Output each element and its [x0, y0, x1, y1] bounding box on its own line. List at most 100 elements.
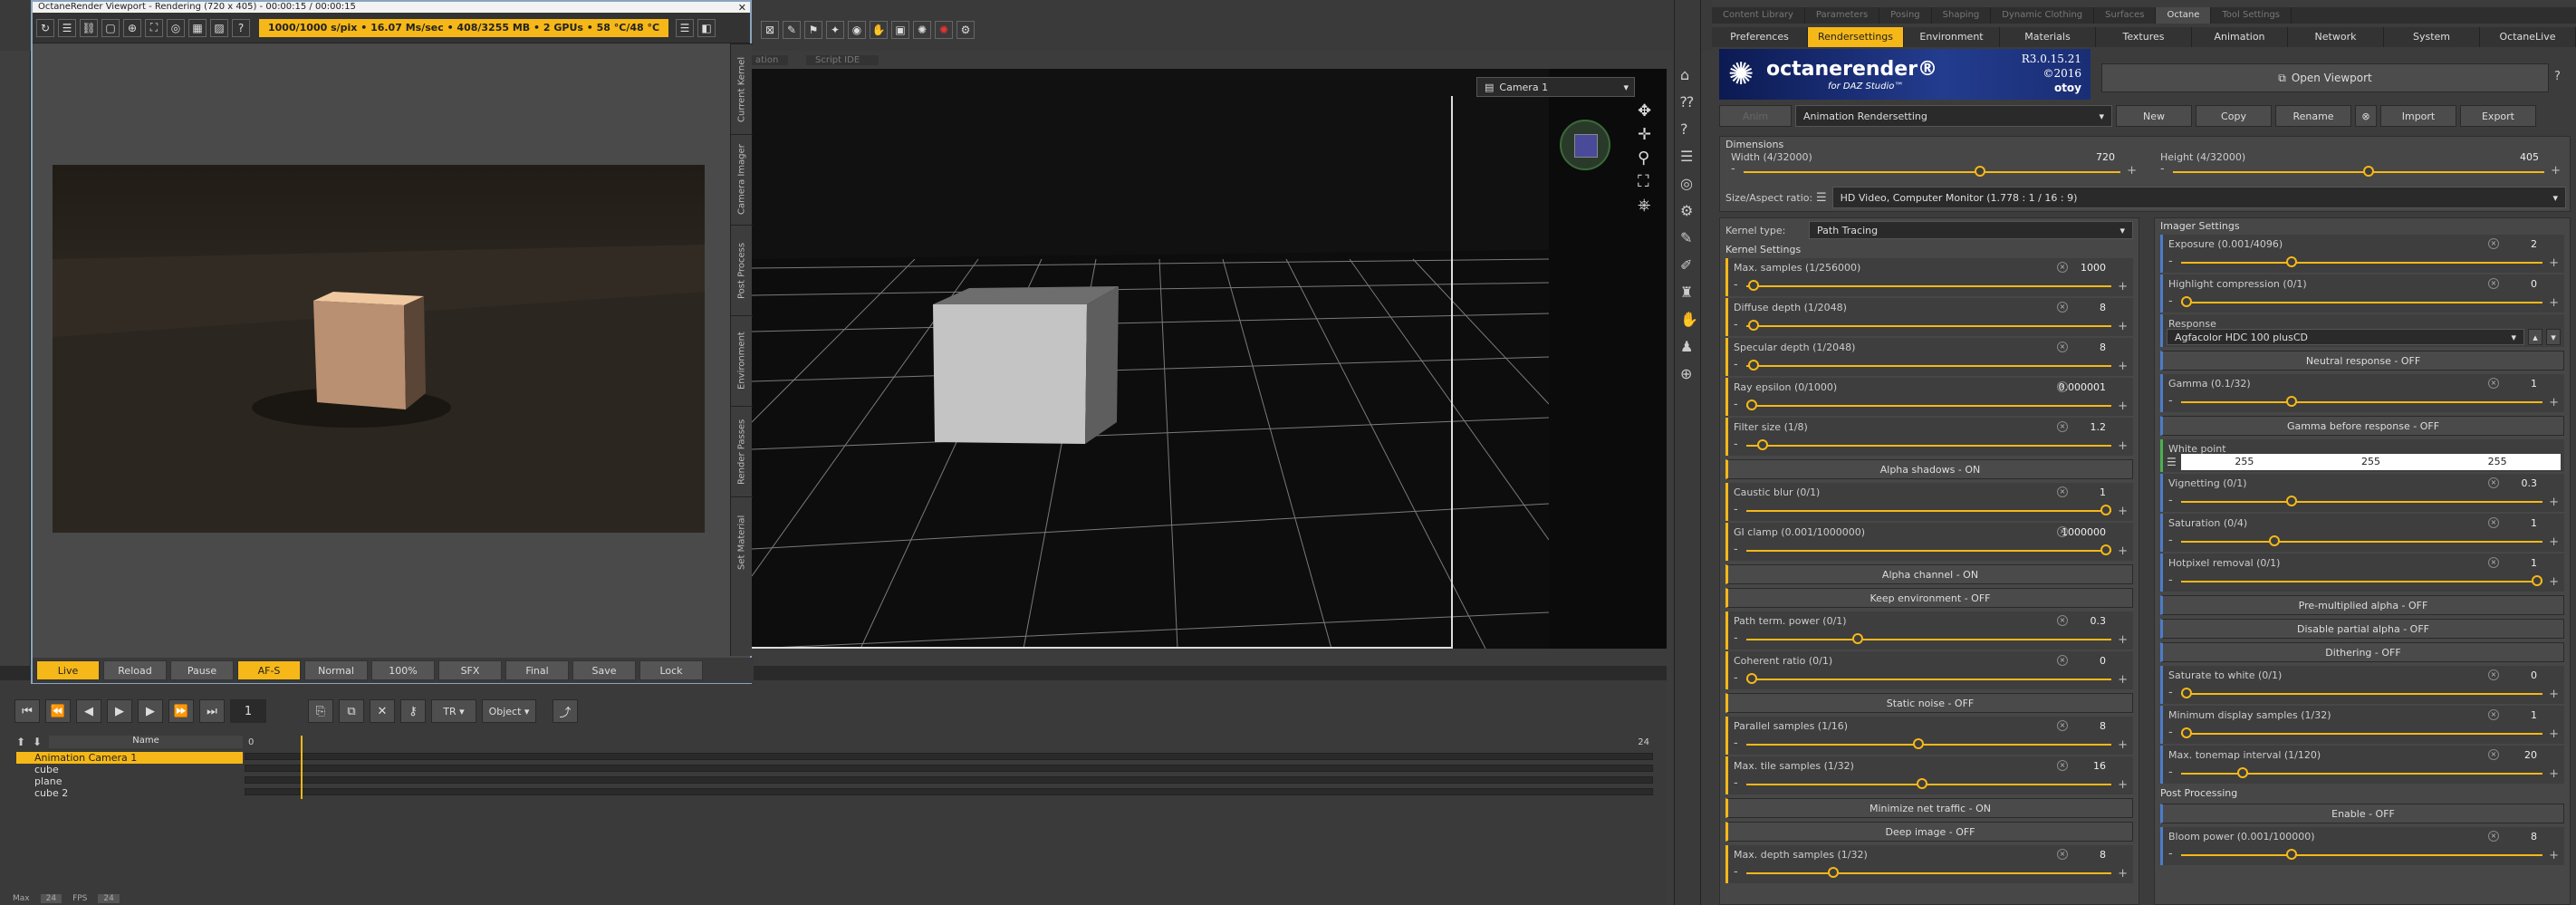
alpha-channel-toggle[interactable]: Alpha channel - ON [1725, 564, 2133, 584]
slider-knob[interactable] [2286, 849, 2298, 860]
slider-value[interactable]: 0.3 [2091, 615, 2107, 627]
lock-button[interactable]: Lock [639, 660, 703, 680]
tab-tool-settings[interactable]: Tool Settings [2211, 7, 2292, 24]
plus-icon[interactable]: + [2549, 256, 2559, 270]
curve-icon[interactable]: ⤴ [553, 699, 578, 723]
delete-key-icon[interactable]: ✕ [370, 699, 395, 723]
white-point-b[interactable]: 255 [2434, 454, 2562, 470]
sfx-select[interactable]: SFX [438, 660, 502, 680]
kernel-type-select[interactable]: Path Tracing ▾ [1809, 221, 2133, 239]
plus-icon[interactable]: + [2118, 320, 2128, 333]
figure-icon[interactable]: ♜ [1680, 279, 1700, 306]
daz-viewport[interactable] [752, 69, 1549, 649]
home-icon[interactable]: ⌂ [1680, 62, 1700, 89]
camera-icon[interactable]: ◉ [848, 21, 866, 39]
slider-value[interactable]: 1 [2531, 517, 2537, 529]
minus-icon[interactable]: - [2168, 847, 2173, 861]
slider-knob[interactable] [2286, 496, 2298, 506]
list-item[interactable]: cube 2 [16, 787, 243, 799]
list-icon[interactable]: ☰ [58, 18, 76, 37]
view-cube-face[interactable] [1574, 134, 1598, 158]
plus-icon[interactable]: + [2549, 535, 2559, 549]
minus-icon[interactable]: - [2168, 573, 2173, 587]
frame-icon[interactable]: ⛶ [1638, 172, 1661, 196]
minus-icon[interactable]: - [1734, 543, 1738, 556]
tab-octanelive[interactable]: OctaneLive [2480, 27, 2576, 47]
region-icon[interactable]: ▢ [101, 18, 120, 37]
slider-knob[interactable] [1852, 633, 1864, 644]
tab-shaping[interactable]: Shaping [1932, 7, 1992, 24]
slider-knob[interactable] [2181, 688, 2192, 698]
reset-icon[interactable]: × [2488, 278, 2499, 289]
arrow-down-icon[interactable]: ▾ [2546, 329, 2561, 345]
next-frame-icon[interactable]: ▶ [138, 699, 163, 723]
plus-icon[interactable]: + [2118, 505, 2128, 518]
minus-icon[interactable]: - [1734, 358, 1738, 371]
tool-icon[interactable]: ✎ [783, 21, 801, 39]
static-noise-toggle[interactable]: Static noise - OFF [1725, 693, 2133, 713]
open-viewport-button[interactable]: ⧉ Open Viewport [2101, 63, 2549, 92]
final-button[interactable]: Final [505, 660, 569, 680]
play-icon[interactable]: ▶ [107, 699, 132, 723]
slider-track[interactable] [2181, 262, 2542, 264]
slider-knob[interactable] [1747, 280, 1759, 291]
reset-icon[interactable]: × [2057, 720, 2068, 731]
tab-environment[interactable]: Environment [1904, 27, 2000, 47]
reset-icon[interactable]: × [2057, 615, 2068, 626]
tool-icon[interactable]: ✦ [826, 21, 844, 39]
copy-key-icon[interactable]: ⧉ [339, 699, 364, 723]
tab-materials[interactable]: Materials [2000, 27, 2096, 47]
tool-icon[interactable]: ✋ [870, 21, 888, 39]
reload-button[interactable]: Reload [103, 660, 167, 680]
zoom-icon[interactable]: ⚲ [1638, 149, 1661, 172]
gamma-before-response-toggle[interactable]: Gamma before response - OFF [2160, 416, 2564, 436]
slider-knob[interactable] [1746, 400, 1757, 410]
tab-textures[interactable]: Textures [2096, 27, 2192, 47]
octane-icon[interactable]: ✺ [935, 21, 953, 39]
slider-track[interactable] [1746, 325, 2111, 327]
slider-knob[interactable] [2181, 296, 2192, 307]
frame-input[interactable]: 1 [230, 699, 266, 723]
transform-select[interactable]: TR ▾ [431, 699, 476, 723]
grid-icon[interactable]: ▦ [188, 18, 207, 37]
plus-icon[interactable]: + [2118, 360, 2128, 373]
tab-network[interactable]: Network [2288, 27, 2384, 47]
tab-environment[interactable]: Environment [731, 315, 753, 406]
minus-icon[interactable]: - [1734, 503, 1738, 516]
slider-value[interactable]: 1.2 [2091, 421, 2107, 433]
response-select[interactable]: Agfacolor HDC 100 plusCD ▾ [2167, 329, 2524, 345]
list-item[interactable]: plane [16, 775, 243, 787]
question-icon[interactable]: ? [1680, 116, 1700, 143]
height-value[interactable]: 405 [2520, 151, 2539, 163]
slider-knob[interactable] [2181, 727, 2192, 738]
list-icon[interactable]: ☰ [2167, 456, 2181, 468]
slider-value[interactable]: 1000000 [2062, 526, 2106, 538]
slider-value[interactable]: 1000 [2081, 262, 2106, 274]
slider-knob[interactable] [1747, 360, 1759, 371]
slider-value[interactable]: 0 [2100, 655, 2106, 667]
plus-icon[interactable]: + [2549, 767, 2559, 781]
next-key-icon[interactable]: ⏩ [168, 699, 194, 723]
brush-icon[interactable]: ✎ [1680, 225, 1700, 252]
white-point-g[interactable]: 255 [2307, 454, 2435, 470]
aspect-select[interactable]: HD Video, Computer Monitor (1.778 : 1 / … [1831, 187, 2566, 208]
minus-icon[interactable]: - [2168, 394, 2173, 408]
slider-value[interactable]: 8 [2100, 302, 2106, 313]
settings-icon[interactable]: ⚙ [1680, 197, 1700, 225]
slider-track[interactable] [1746, 365, 2111, 367]
export-button[interactable]: Export [2460, 105, 2536, 127]
width-slider-track[interactable] [1744, 171, 2120, 173]
move-icon[interactable]: ✥ [1638, 101, 1661, 125]
image-icon[interactable]: ▨ [210, 18, 228, 37]
reset-icon[interactable]: × [2488, 749, 2499, 760]
slider-track[interactable] [2181, 401, 2542, 403]
menu-icon[interactable]: ☰ [676, 18, 695, 37]
save-button[interactable]: Save [572, 660, 636, 680]
slider-value[interactable]: 0 [2531, 278, 2537, 290]
minus-icon[interactable]: - [2168, 255, 2173, 268]
prev-frame-icon[interactable]: ◀ [76, 699, 101, 723]
tab-camera-imager[interactable]: Camera Imager [731, 134, 753, 225]
last-frame-icon[interactable]: ⏭ [199, 699, 225, 723]
slider-value[interactable]: 1 [2531, 709, 2537, 721]
tab-posing[interactable]: Posing [1879, 7, 1932, 24]
